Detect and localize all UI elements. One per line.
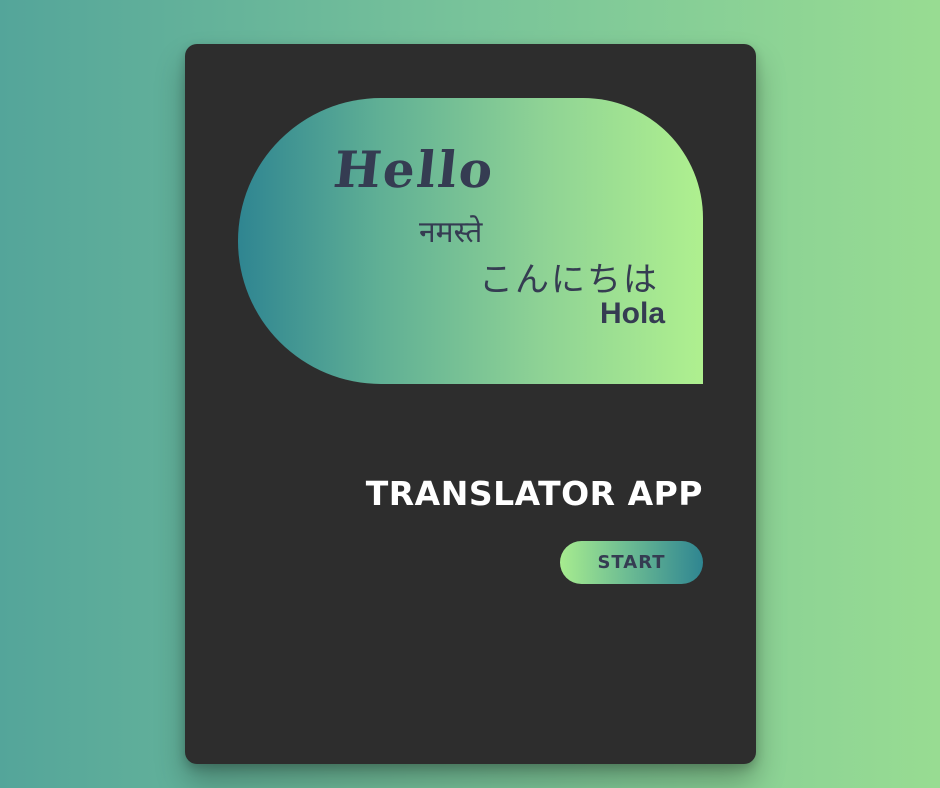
greeting-hindi: नमस्ते [419, 215, 483, 250]
greeting-english: Hello [330, 140, 498, 199]
greeting-japanese: こんにちは [479, 260, 659, 300]
translator-card: Hello नमस्ते こんにちは Hola TRANSLATOR APP S… [185, 44, 756, 764]
greeting-spanish: Hola [600, 297, 666, 330]
app-title: TRANSLATOR APP [365, 474, 703, 513]
greeting-bubble: Hello नमस्ते こんにちは Hola [238, 98, 703, 384]
start-button[interactable]: START [560, 541, 703, 584]
